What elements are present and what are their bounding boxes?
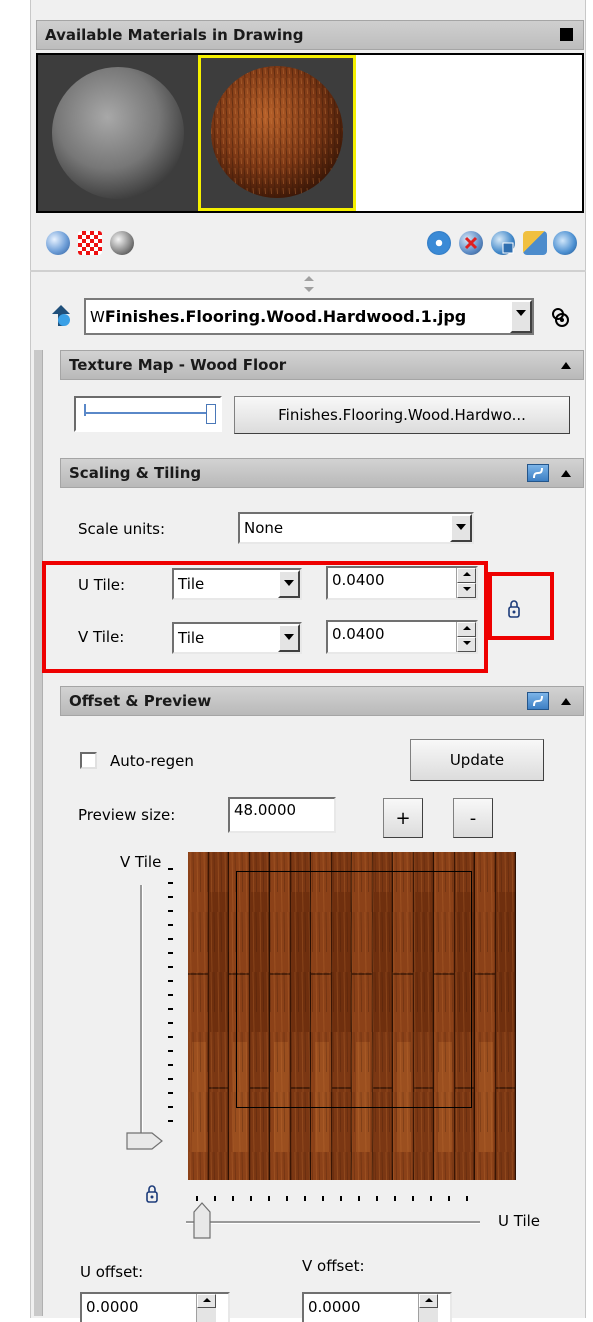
u-tile-axis-label: U Tile xyxy=(498,1212,541,1230)
v-offset-spinner[interactable] xyxy=(418,1294,438,1322)
scale-units-value: None xyxy=(244,519,284,537)
v-tile-slider-track[interactable] xyxy=(140,885,143,1145)
preview-size-value: 48.0000 xyxy=(234,801,297,819)
v-tile-axis-label: V Tile xyxy=(120,853,162,871)
attach-material-icon[interactable] xyxy=(523,231,547,255)
texture-file-combo[interactable]: WFinishes.Flooring.Wood.Hardwood.1.jpg xyxy=(84,298,534,335)
splitter-divider[interactable] xyxy=(30,270,586,272)
v-offset-value: 0.0000 xyxy=(308,1298,361,1316)
scale-units-select[interactable]: None xyxy=(238,512,474,544)
map-options-icon[interactable] xyxy=(548,305,572,329)
purge-material-icon[interactable] xyxy=(459,231,483,255)
panel-scroll-track[interactable] xyxy=(34,350,43,1316)
u-offset-input[interactable]: 0.0000 xyxy=(80,1292,230,1322)
create-material-icon[interactable] xyxy=(46,231,70,255)
refresh-material-icon[interactable] xyxy=(491,231,515,255)
lock-highlight-box xyxy=(488,572,554,640)
scale-units-dropdown-button[interactable] xyxy=(450,514,472,542)
texture-blend-slider-thumb[interactable] xyxy=(206,404,216,424)
material-swatches xyxy=(36,53,584,213)
offset-lock-icon[interactable] xyxy=(144,1184,160,1204)
tile-highlight-box xyxy=(42,561,488,673)
materials-header-title: Available Materials in Drawing xyxy=(45,26,304,44)
auto-regen-checkbox[interactable] xyxy=(80,752,97,769)
v-offset-input[interactable]: 0.0000 xyxy=(302,1292,452,1322)
u-offset-spinner[interactable] xyxy=(196,1294,216,1322)
texture-file-dropdown-button[interactable] xyxy=(510,300,532,333)
u-tile-slider-thumb[interactable] xyxy=(192,1202,212,1240)
u-tile-slider-track[interactable] xyxy=(186,1221,480,1224)
float-panel-icon[interactable] xyxy=(560,28,573,41)
materials-header: Available Materials in Drawing xyxy=(36,20,584,50)
u-tile-slider-ticks xyxy=(196,1196,476,1201)
v-offset-label: V offset: xyxy=(302,1257,365,1275)
map-preview-icon[interactable] xyxy=(527,692,549,710)
u-offset-label: U offset: xyxy=(80,1263,144,1281)
map-preview-icon[interactable] xyxy=(527,464,549,482)
new-material-icon[interactable] xyxy=(427,231,451,255)
u-offset-value: 0.0000 xyxy=(86,1298,139,1316)
auto-regen-label: Auto-regen xyxy=(110,752,194,770)
v-tile-slider-thumb[interactable] xyxy=(126,1132,164,1150)
texture-map-header[interactable]: Texture Map - Wood Floor xyxy=(60,350,584,380)
scaling-tiling-header[interactable]: Scaling & Tiling xyxy=(60,458,584,488)
texture-file-button[interactable]: Finishes.Flooring.Wood.Hardwo... xyxy=(234,396,570,434)
resize-arrows-icon[interactable] xyxy=(303,276,315,292)
offset-preview-header[interactable]: Offset & Preview xyxy=(60,686,584,716)
zoom-in-button[interactable]: + xyxy=(383,798,423,838)
preview-size-label: Preview size: xyxy=(78,806,176,824)
v-tile-slider-ticks xyxy=(168,868,173,1128)
scale-units-label: Scale units: xyxy=(78,520,166,538)
material-swatch-wood-floor[interactable] xyxy=(198,55,356,211)
preview-size-input[interactable]: 48.0000 xyxy=(228,797,336,833)
update-button[interactable]: Update xyxy=(410,739,544,781)
options-icon[interactable] xyxy=(553,231,577,255)
checker-map-icon[interactable] xyxy=(78,231,102,255)
collapse-arrow-icon[interactable] xyxy=(561,470,571,477)
wood-sphere-icon xyxy=(211,66,343,198)
offset-preview-title: Offset & Preview xyxy=(69,692,212,710)
texture-map-title: Texture Map - Wood Floor xyxy=(69,356,287,374)
gray-sphere-icon xyxy=(52,67,184,199)
material-swatch-global[interactable] xyxy=(38,55,198,211)
parent-map-icon[interactable] xyxy=(50,304,72,328)
collapse-arrow-icon[interactable] xyxy=(561,698,571,705)
sphere-preview-icon[interactable] xyxy=(110,231,134,255)
texture-blend-slider[interactable] xyxy=(74,396,222,432)
texture-file-prefix: W xyxy=(90,308,105,326)
scaling-tiling-title: Scaling & Tiling xyxy=(69,464,202,482)
zoom-out-button[interactable]: - xyxy=(453,798,493,838)
collapse-arrow-icon[interactable] xyxy=(561,362,571,369)
texture-file-name: Finishes.Flooring.Wood.Hardwood.1.jpg xyxy=(104,307,467,326)
tile-bounds-frame xyxy=(236,871,472,1108)
